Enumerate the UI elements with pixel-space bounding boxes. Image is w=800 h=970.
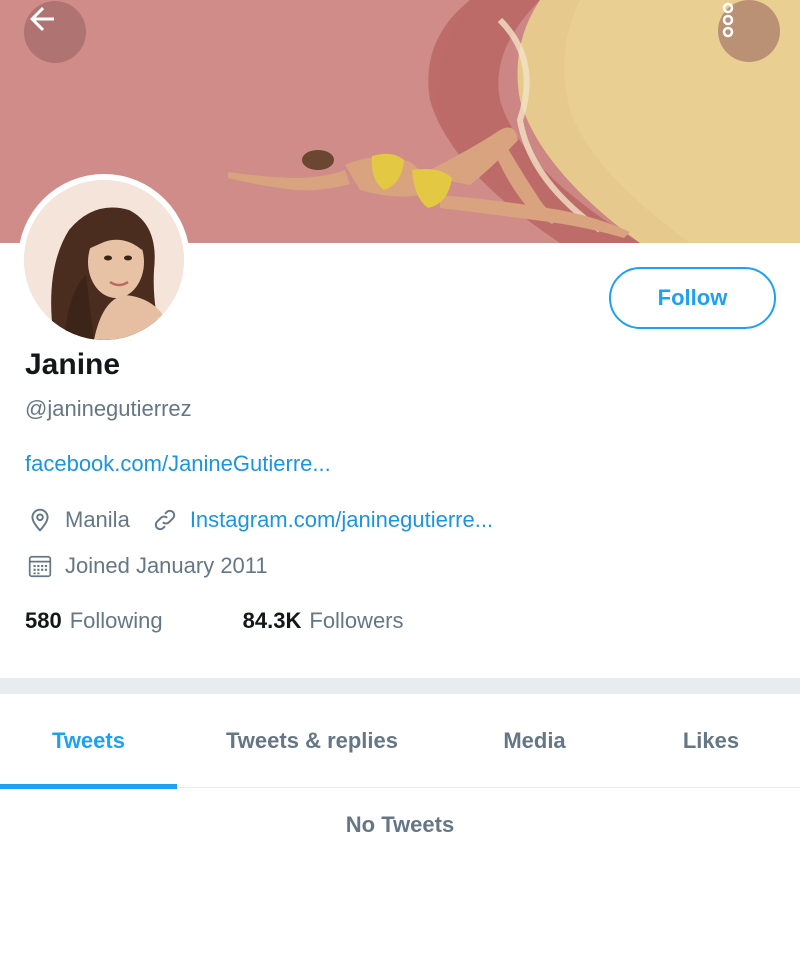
active-tab-indicator — [0, 784, 177, 789]
tab-label: Tweets & replies — [226, 728, 398, 753]
following-label: Following — [69, 608, 163, 633]
tab-label: Likes — [682, 728, 740, 753]
tab-tweets[interactable]: Tweets — [0, 694, 177, 789]
follow-button[interactable]: Follow — [609, 267, 776, 329]
section-divider — [0, 678, 800, 694]
followers-label: Followers — [309, 608, 404, 633]
tab-likes[interactable]: Likes — [622, 694, 800, 788]
following-count: 580 — [25, 608, 62, 633]
more-vertical-icon — [722, 2, 734, 38]
profile-meta-location-website: Manila Instagram.com/janinegutierre... — [25, 505, 493, 535]
profile-stats: 580 Following 84.3K Followers — [25, 608, 404, 634]
tab-tweets-replies[interactable]: Tweets & replies — [177, 694, 447, 788]
profile-tabs: Tweets Tweets & replies Media Likes — [0, 694, 800, 789]
avatar-portrait — [24, 180, 184, 340]
arrow-left-icon — [30, 7, 54, 31]
location-pin-icon — [25, 505, 55, 535]
calendar-icon — [25, 551, 55, 581]
tab-media[interactable]: Media — [447, 694, 622, 788]
profile-name: Janine — [25, 348, 121, 381]
profile-meta-joined: Joined January 2011 — [25, 551, 268, 581]
profile-avatar[interactable] — [18, 174, 190, 346]
profile-website-link[interactable]: Instagram.com/janinegutierre... — [190, 507, 493, 533]
tab-label: Media — [503, 728, 566, 753]
followers-stat[interactable]: 84.3K Followers — [243, 608, 404, 634]
profile-joined-date: Joined January 2011 — [65, 553, 268, 578]
profile-handle: @janinegutierrez — [25, 396, 192, 421]
more-options-button[interactable] — [718, 0, 780, 62]
link-icon — [150, 505, 180, 535]
followers-count: 84.3K — [242, 608, 302, 633]
avatar-image — [24, 180, 184, 340]
following-stat[interactable]: 580 Following — [25, 608, 163, 634]
back-button[interactable] — [24, 1, 86, 63]
empty-tweets-message: No Tweets — [345, 812, 455, 837]
profile-location: Manila — [65, 507, 130, 532]
tab-label: Tweets — [52, 728, 125, 753]
bio-facebook-link[interactable]: facebook.com/JanineGutierre... — [25, 451, 331, 477]
